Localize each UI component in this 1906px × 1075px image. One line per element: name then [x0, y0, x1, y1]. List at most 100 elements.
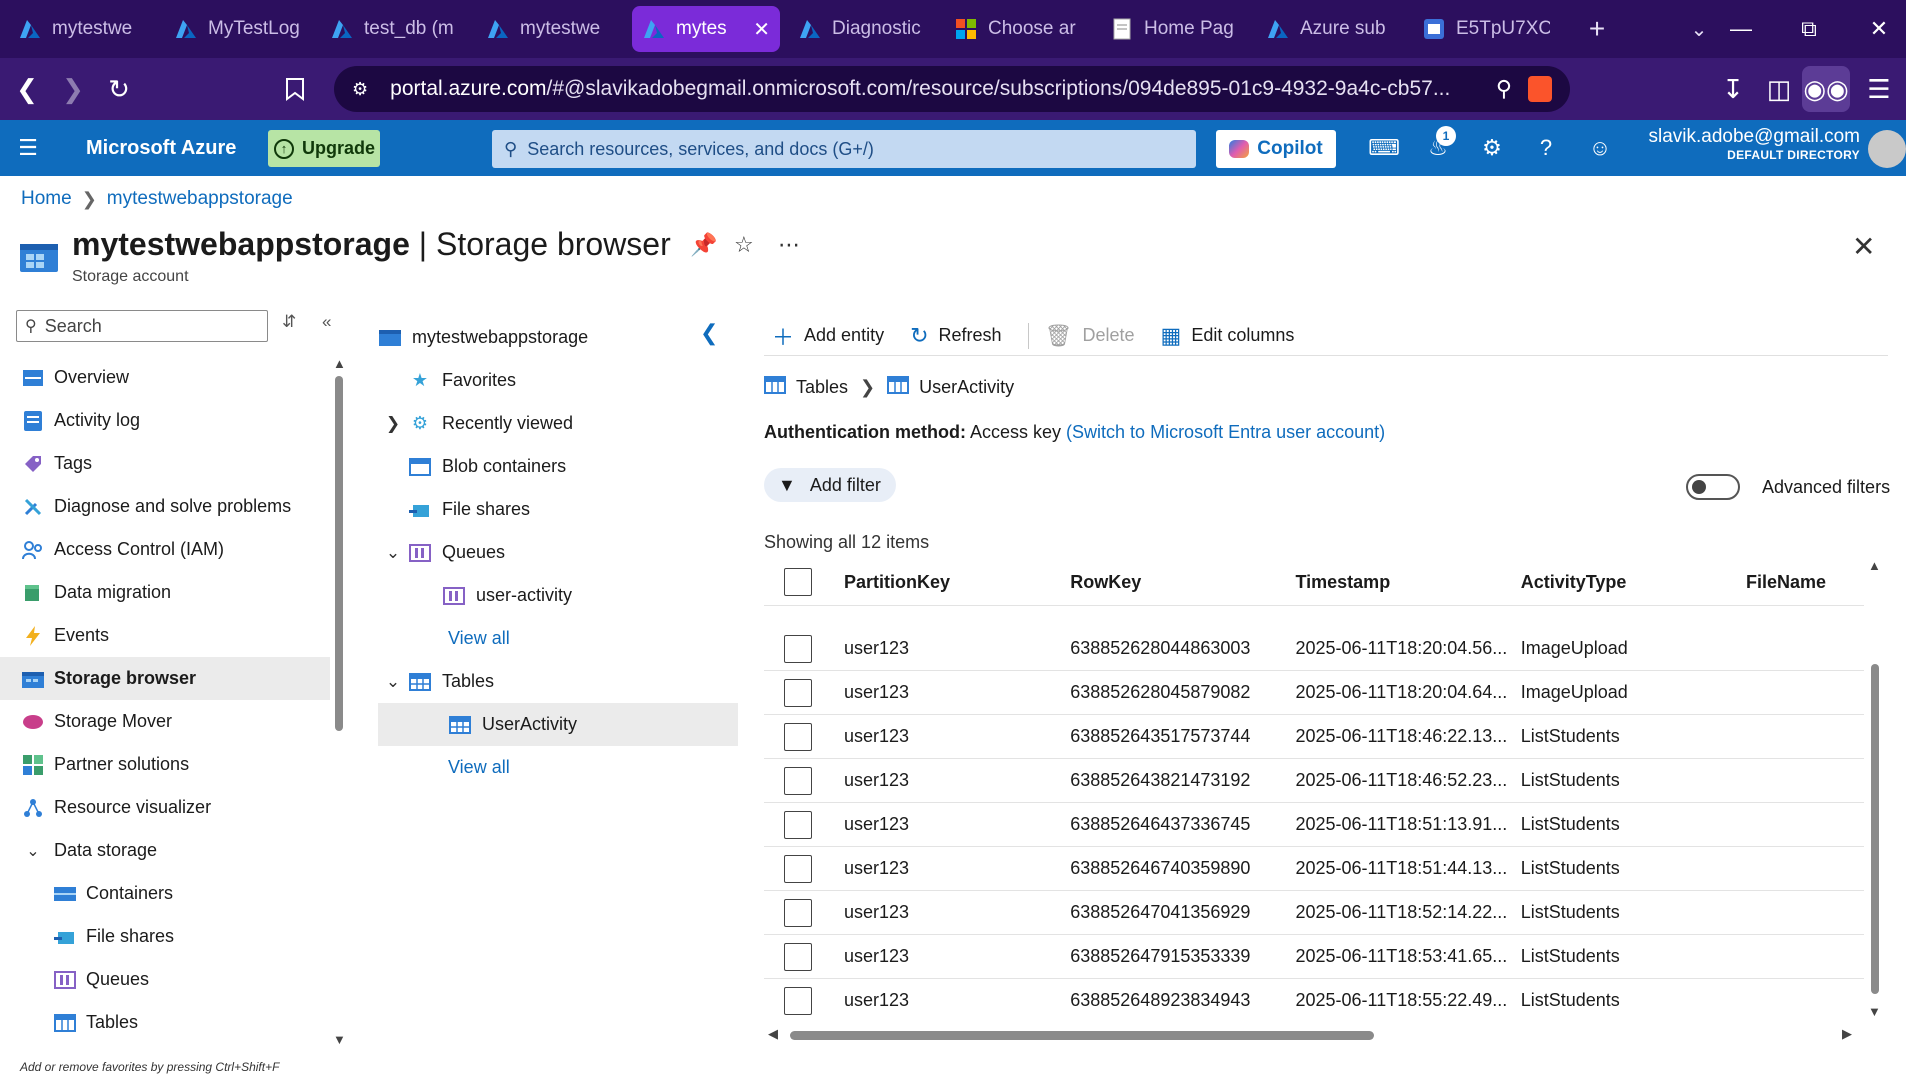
help-icon[interactable]: ? — [1526, 128, 1566, 168]
global-search-input[interactable]: ⚲ Search resources, services, and docs (… — [492, 130, 1196, 168]
column-header[interactable]: FileName — [1746, 572, 1864, 593]
browser-tab[interactable]: Choose ar — [944, 6, 1092, 52]
upgrade-button[interactable]: ↑ Upgrade — [268, 130, 380, 167]
nav-item-queues[interactable]: Queues — [0, 958, 330, 1001]
nav-item-tags[interactable]: Tags — [0, 442, 330, 485]
row-checkbox[interactable] — [784, 678, 812, 707]
row-checkbox[interactable] — [784, 634, 812, 663]
menu-scroll-thumb[interactable] — [335, 376, 343, 731]
nav-item-containers[interactable]: Containers — [0, 872, 330, 915]
tree-root[interactable]: mytestwebappstorage — [378, 316, 738, 359]
collapse-menu-icon[interactable]: « — [322, 312, 331, 332]
window-close-icon[interactable]: ✕ — [1856, 6, 1902, 52]
hamburger-menu-icon[interactable]: ☰ — [8, 128, 48, 168]
nav-item-storage-mover[interactable]: Storage Mover — [0, 700, 330, 743]
row-checkbox[interactable] — [784, 854, 812, 883]
tree-table-item[interactable]: UserActivity — [378, 703, 738, 746]
nav-item-data-storage[interactable]: ⌄ Data storage — [0, 829, 330, 872]
queues-view-all-link[interactable]: View all — [378, 617, 738, 660]
nav-item-storage-browser[interactable]: Storage browser — [0, 657, 330, 700]
sort-icon[interactable]: ⇵ — [282, 312, 296, 332]
table-row[interactable]: user123 638852647041356929 2025-06-11T18:5… — [764, 891, 1864, 935]
nav-item-events[interactable]: Events — [0, 614, 330, 657]
reload-icon[interactable]: ↻ — [96, 66, 142, 112]
scroll-up-icon[interactable]: ▲ — [333, 356, 346, 371]
table-row[interactable]: user123 638852646740359890 2025-06-11T18:5… — [764, 847, 1864, 891]
nav-item-data-migration[interactable]: Data migration — [0, 571, 330, 614]
column-header[interactable]: Timestamp — [1295, 572, 1520, 593]
tree-blob-containers[interactable]: Blob containers — [378, 445, 738, 488]
chevron-down-icon[interactable]: ⌄ — [378, 672, 408, 692]
browser-tab[interactable]: mytestwe — [8, 6, 156, 52]
column-header[interactable]: ActivityType — [1521, 572, 1746, 593]
menu-icon[interactable]: ☰ — [1856, 66, 1902, 112]
menu-search-input[interactable]: ⚲ Search — [16, 310, 268, 342]
browser-tab[interactable]: test_db (m — [320, 6, 468, 52]
grid-horizontal-scrollbar[interactable]: ◀ ▶ — [768, 1026, 1856, 1044]
row-checkbox[interactable] — [784, 766, 812, 795]
breadcrumb-resource[interactable]: mytestwebappstorage — [107, 188, 293, 210]
account-menu[interactable]: slavik.adobe@gmail.com DEFAULT DIRECTORY — [1649, 126, 1861, 162]
row-checkbox[interactable] — [784, 986, 812, 1015]
brave-shield-icon[interactable] — [1528, 76, 1552, 102]
tree-file-shares[interactable]: File shares — [378, 488, 738, 531]
browser-tab[interactable]: mytes ✕ — [632, 6, 780, 52]
browser-tab[interactable]: MyTestLog — [164, 6, 312, 52]
minimize-icon[interactable]: — — [1718, 6, 1764, 52]
nav-item-partner-solutions[interactable]: Partner solutions — [0, 743, 330, 786]
table-row[interactable]: user123 638852646437336745 2025-06-11T18:5… — [764, 803, 1864, 847]
refresh-button[interactable]: ↻ Refresh — [910, 323, 1001, 349]
tree-queue-item[interactable]: user-activity — [378, 574, 738, 617]
tree-recently-viewed[interactable]: ❯ ⚙ Recently viewed — [378, 402, 738, 445]
browser-tab[interactable]: Diagnostic — [788, 6, 936, 52]
tree-tables[interactable]: ⌄ Tables — [378, 660, 738, 703]
table-row[interactable]: user123 638852628044863003 2025-06-11T18:2… — [764, 627, 1864, 671]
forward-icon[interactable]: ❯ — [50, 66, 96, 112]
nav-item-activity-log[interactable]: Activity log — [0, 399, 330, 442]
star-icon[interactable]: ☆ — [734, 232, 754, 258]
grid-vertical-thumb[interactable] — [1871, 664, 1879, 994]
table-row[interactable]: user123 638852647915353339 2025-06-11T18:5… — [764, 935, 1864, 979]
back-icon[interactable]: ❮ — [4, 66, 50, 112]
grid-horizontal-thumb[interactable] — [790, 1031, 1374, 1040]
chevron-down-icon[interactable]: ⌄ — [378, 543, 408, 563]
close-blade-icon[interactable]: ✕ — [1852, 230, 1875, 263]
copilot-button[interactable]: Copilot — [1216, 130, 1336, 168]
nav-item-file-shares[interactable]: File shares — [0, 915, 330, 958]
reader-mode-icon[interactable]: ◉◉ — [1802, 66, 1850, 112]
avatar[interactable] — [1868, 130, 1906, 168]
edit-columns-button[interactable]: ▦ Edit columns — [1161, 323, 1295, 349]
nav-item-tables[interactable]: Tables — [0, 1001, 330, 1044]
tab-close-icon[interactable]: ✕ — [753, 17, 770, 42]
nav-item-access-control-iam[interactable]: Access Control (IAM) — [0, 528, 330, 571]
column-header[interactable]: RowKey — [1070, 572, 1295, 593]
url-text[interactable]: portal.azure.com/#@slavikadobegmail.onmi… — [390, 77, 1460, 101]
row-checkbox[interactable] — [784, 722, 812, 751]
scroll-up-icon[interactable]: ▲ — [1868, 558, 1881, 573]
tree-queues[interactable]: ⌄ Queues — [378, 531, 738, 574]
crumb-tables[interactable]: Tables — [796, 377, 848, 398]
nav-item-overview[interactable]: Overview — [0, 356, 330, 399]
zoom-icon[interactable]: ⚲ — [1496, 76, 1512, 102]
sidebar-icon[interactable]: ◫ — [1756, 66, 1802, 112]
table-row[interactable]: user123 638852628045879082 2025-06-11T18:2… — [764, 671, 1864, 715]
select-all-checkbox[interactable] — [784, 568, 812, 596]
address-bar[interactable]: ⚙ portal.azure.com/#@slavikadobegmail.on… — [334, 66, 1570, 112]
row-checkbox[interactable] — [784, 898, 812, 927]
tables-view-all-link[interactable]: View all — [378, 746, 738, 789]
row-checkbox[interactable] — [784, 942, 812, 971]
browser-tab[interactable]: Azure sub — [1256, 6, 1404, 52]
chevron-right-icon[interactable]: ❯ — [378, 414, 408, 434]
cloud-shell-icon[interactable]: ⌨ — [1364, 128, 1404, 168]
row-checkbox[interactable] — [784, 810, 812, 839]
chevron-down-icon[interactable]: ⌄ — [22, 841, 44, 861]
grid-vertical-scrollbar[interactable]: ▲ ▼ — [1868, 558, 1882, 1022]
delete-button[interactable]: 🗑 Delete — [1045, 323, 1135, 349]
menu-scrollbar[interactable]: ▲ ▼ — [333, 356, 346, 1047]
azure-brand[interactable]: Microsoft Azure — [86, 120, 236, 176]
nav-item-diagnose-and-solve-problems[interactable]: Diagnose and solve problems — [0, 485, 330, 528]
add-filter-button[interactable]: ▼ Add filter — [764, 468, 896, 502]
crumb-table[interactable]: UserActivity — [919, 377, 1014, 398]
more-options-icon[interactable]: ⋯ — [778, 232, 800, 258]
column-header[interactable]: PartitionKey — [844, 572, 1070, 593]
